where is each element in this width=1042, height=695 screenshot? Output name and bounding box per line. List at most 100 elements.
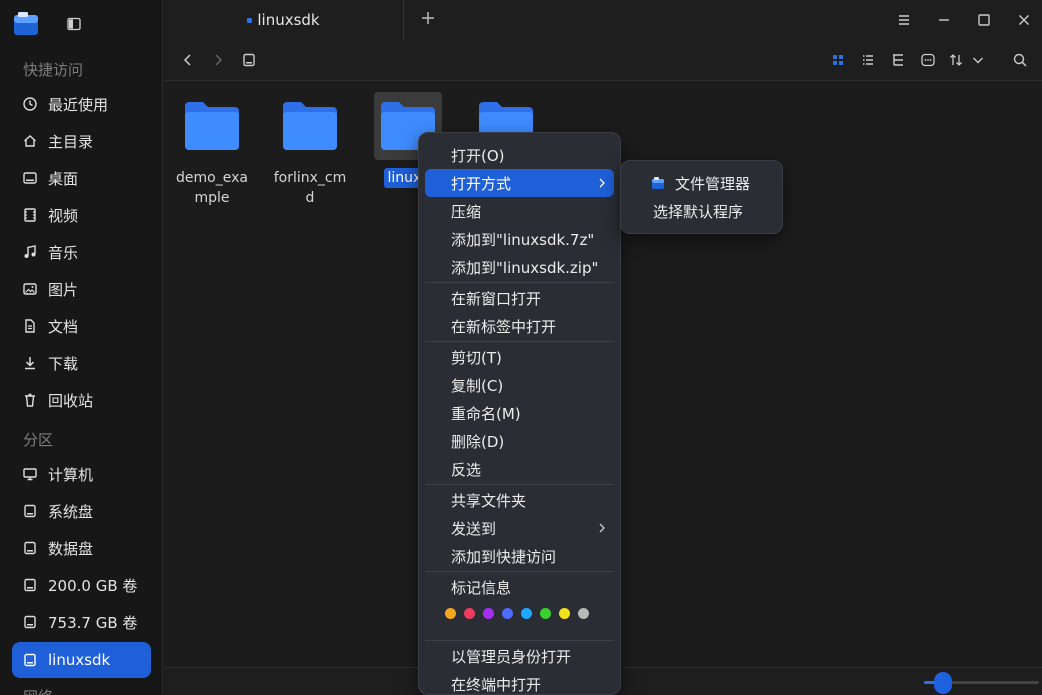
tag-color-red[interactable] bbox=[464, 607, 475, 619]
tag-color-purple[interactable] bbox=[483, 607, 494, 619]
tag-color-blue[interactable] bbox=[502, 607, 513, 619]
sidebar-item-computer[interactable]: 计算机 bbox=[12, 456, 151, 492]
file-manager-icon bbox=[652, 177, 664, 189]
chevron-right-icon bbox=[599, 523, 605, 533]
menu-item-open-in-new-tab[interactable]: 在新标签中打开 bbox=[425, 312, 614, 340]
menu-item-open[interactable]: 打开(O) bbox=[425, 141, 614, 169]
sidebar-item-data-disk[interactable]: 数据盘 bbox=[12, 530, 151, 566]
grid-view-icon bbox=[833, 55, 843, 65]
search-button[interactable] bbox=[1012, 52, 1028, 68]
icon-view-button[interactable] bbox=[830, 52, 846, 68]
breadcrumb-disk-button[interactable] bbox=[241, 52, 257, 68]
menu-item-open-as-admin[interactable]: 以管理员身份打开 bbox=[425, 642, 614, 670]
menu-item-share-folder[interactable]: 共享文件夹 bbox=[425, 486, 614, 514]
menu-item-add-to-zip[interactable]: 添加到"linuxsdk.zip" bbox=[425, 253, 614, 281]
submenu-item-choose-default[interactable]: 选择默认程序 bbox=[627, 197, 776, 225]
close-button[interactable] bbox=[1016, 12, 1032, 28]
tab-label: linuxsdk bbox=[257, 11, 320, 29]
menu-separator bbox=[425, 640, 614, 641]
more-icon bbox=[921, 53, 935, 67]
menu-item-compress[interactable]: 压缩 bbox=[425, 197, 614, 225]
sidebar-item-linuxsdk[interactable]: linuxsdk bbox=[12, 642, 151, 678]
sidebar-item-system-disk[interactable]: 系统盘 bbox=[12, 493, 151, 529]
tag-color-gray[interactable] bbox=[578, 607, 589, 619]
section-partitions: 分区 bbox=[23, 431, 54, 449]
zoom-slider-handle[interactable] bbox=[934, 672, 952, 694]
sidebar-item-music[interactable]: 音乐 bbox=[12, 234, 151, 270]
sidebar-item-label: 200.0 GB 卷 bbox=[48, 576, 138, 595]
chevron-right-icon bbox=[215, 54, 223, 66]
menu-item-rename[interactable]: 重命名(M) bbox=[425, 399, 614, 427]
list-view-button[interactable] bbox=[860, 52, 876, 68]
trash-icon bbox=[22, 392, 38, 408]
tag-color-picker bbox=[425, 601, 614, 625]
sidebar-item-volume-200gb[interactable]: 200.0 GB 卷 bbox=[12, 567, 151, 603]
sidebar-item-home[interactable]: 主目录 bbox=[12, 123, 151, 159]
tag-color-orange[interactable] bbox=[445, 607, 456, 619]
sidebar-item-downloads[interactable]: 下载 bbox=[12, 345, 151, 381]
image-icon bbox=[22, 281, 38, 297]
sidebar-item-video[interactable]: 视频 bbox=[12, 197, 151, 233]
disk-icon bbox=[22, 503, 38, 519]
open-with-submenu: 文件管理器 选择默认程序 bbox=[620, 160, 783, 234]
sidebar-item-pictures[interactable]: 图片 bbox=[12, 271, 151, 307]
document-icon bbox=[22, 318, 38, 334]
tree-view-button[interactable] bbox=[890, 52, 906, 68]
home-icon bbox=[22, 133, 38, 149]
menu-item-delete[interactable]: 删除(D) bbox=[425, 427, 614, 455]
folder-icon bbox=[276, 92, 344, 160]
tag-color-green[interactable] bbox=[540, 607, 551, 619]
disk-icon bbox=[22, 577, 38, 593]
sidebar-item-label: 数据盘 bbox=[48, 539, 94, 558]
back-button[interactable] bbox=[180, 52, 196, 68]
hamburger-icon bbox=[899, 15, 909, 25]
chevron-right-icon bbox=[599, 178, 605, 188]
sort-button[interactable] bbox=[948, 52, 964, 68]
folder-icon bbox=[178, 92, 246, 160]
folder-demo-example[interactable]: demo_example bbox=[172, 92, 252, 208]
menu-item-add-to-quick-access[interactable]: 添加到快捷访问 bbox=[425, 542, 614, 570]
tag-color-cyan[interactable] bbox=[521, 607, 532, 619]
main-menu-button[interactable] bbox=[896, 12, 912, 28]
menu-item-tag-info[interactable]: 标记信息 bbox=[425, 573, 614, 601]
music-icon bbox=[22, 244, 38, 260]
menu-item-add-to-7z[interactable]: 添加到"linuxsdk.7z" bbox=[425, 225, 614, 253]
submenu-item-label: 文件管理器 bbox=[675, 174, 751, 193]
sidebar-item-desktop[interactable]: 桌面 bbox=[12, 160, 151, 196]
add-tab-button[interactable] bbox=[420, 10, 438, 28]
more-options-button[interactable] bbox=[920, 52, 936, 68]
forward-button[interactable] bbox=[210, 52, 226, 68]
menu-item-send-to[interactable]: 发送到 bbox=[425, 514, 614, 542]
tab-linuxsdk[interactable]: linuxsdk bbox=[164, 0, 404, 40]
minimize-icon bbox=[939, 19, 949, 21]
sort-dropdown-button[interactable] bbox=[970, 52, 986, 68]
folder-forlinx-cmd[interactable]: forlinx_cmd bbox=[270, 92, 350, 208]
section-quick-access: 快捷访问 bbox=[23, 61, 84, 79]
sidebar-item-label: 视频 bbox=[48, 206, 79, 225]
menu-item-label: 打开方式 bbox=[451, 174, 512, 193]
menu-item-open-in-terminal[interactable]: 在终端中打开 bbox=[425, 670, 614, 695]
sidebar-item-recent[interactable]: 最近使用 bbox=[12, 86, 151, 122]
menu-item-open-in-new-window[interactable]: 在新窗口打开 bbox=[425, 284, 614, 312]
menu-item-invert-selection[interactable]: 反选 bbox=[425, 455, 614, 483]
menu-item-copy[interactable]: 复制(C) bbox=[425, 371, 614, 399]
clock-icon bbox=[22, 96, 38, 112]
list-view-icon bbox=[863, 55, 873, 65]
close-icon bbox=[1019, 15, 1029, 25]
menu-item-open-with[interactable]: 打开方式 bbox=[425, 169, 614, 197]
submenu-item-file-manager[interactable]: 文件管理器 bbox=[627, 169, 776, 197]
sidebar-toggle-icon[interactable] bbox=[66, 16, 82, 32]
section-network: 网络 bbox=[23, 686, 53, 695]
disk-icon bbox=[243, 53, 255, 67]
sidebar: 快捷访问 最近使用 主目录 桌面 视频 音乐 图片 文档 下载 回收站 分区 计… bbox=[0, 0, 163, 695]
tag-color-yellow[interactable] bbox=[559, 607, 570, 619]
sidebar-item-volume-753gb[interactable]: 753.7 GB 卷 bbox=[12, 604, 151, 640]
sidebar-item-label: linuxsdk bbox=[48, 651, 111, 669]
sidebar-item-trash[interactable]: 回收站 bbox=[12, 382, 151, 418]
menu-item-cut[interactable]: 剪切(T) bbox=[425, 343, 614, 371]
title-bar: linuxsdk bbox=[164, 0, 1042, 40]
zoom-slider[interactable] bbox=[924, 672, 1039, 694]
minimize-button[interactable] bbox=[936, 12, 952, 28]
sidebar-item-documents[interactable]: 文档 bbox=[12, 308, 151, 344]
maximize-button[interactable] bbox=[976, 12, 992, 28]
